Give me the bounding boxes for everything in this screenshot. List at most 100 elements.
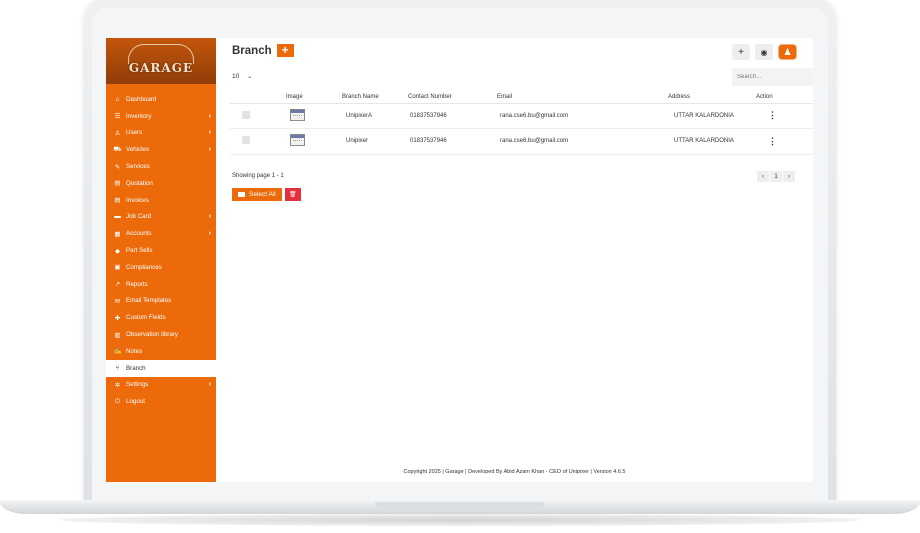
eye-icon: ◉	[760, 47, 768, 57]
email-cell: rana.cse6.bu@gmail.com	[497, 128, 668, 155]
tag-icon: ◆	[115, 247, 120, 255]
page-1-button[interactable]: 1	[770, 171, 782, 182]
sidebar-item-users[interactable]: ♙ Users ›	[106, 125, 216, 142]
sidebar-item-label: Quotation	[126, 179, 153, 187]
col-address: Address	[668, 91, 756, 104]
plus-icon: +	[738, 46, 744, 58]
logo-text: GARAGE	[128, 61, 194, 75]
sidebar-item-branch[interactable]: ⑂ Branch	[106, 359, 216, 377]
power-icon: ⏻	[114, 397, 121, 405]
car-icon: ⛟	[113, 146, 122, 154]
sidebar-item-label: Branch	[126, 364, 146, 372]
sidebar-item-label: Job Card	[126, 213, 152, 221]
chevron-right-icon: ›	[208, 230, 211, 238]
chevron-right-icon: ›	[208, 213, 211, 221]
col-branch-name: Branch Name	[342, 91, 408, 104]
chevron-down-icon: ⌄	[247, 74, 253, 80]
file-icon: ▤	[114, 180, 121, 188]
laptop-mockup: GARAGE ⌂ Dashboard ☰ Inventory › ♙ Users › ⛟ Vehi…	[0, 0, 920, 533]
page-title: Branch	[232, 44, 272, 57]
sidebar-item-part-sells[interactable]: ◆ Part Sells	[106, 242, 216, 259]
sidebar-item-quotation[interactable]: ▤ Quotation	[106, 175, 216, 192]
address-cell: UTTAR KALARDONIA	[668, 128, 756, 155]
sidebar-item-observation-library[interactable]: ▥ Observation library	[106, 326, 216, 343]
next-page-button[interactable]: ›	[783, 171, 795, 182]
sidebar-item-label: Reports	[126, 280, 148, 288]
app-screen: GARAGE ⌂ Dashboard ☰ Inventory › ♙ Users › ⛟ Vehi…	[106, 38, 813, 482]
sidebar-item-label: Dashboard	[126, 95, 157, 103]
table-row: Unipixer 01837537946 rana.cse6.bu@gmail.…	[230, 128, 813, 155]
prev-page-button[interactable]: ‹	[757, 171, 769, 182]
add-branch-button[interactable]: +	[276, 44, 294, 57]
sidebar-item-label: Notes	[126, 347, 143, 355]
sidebar-item-email-templates[interactable]: ✉ Email Templates	[106, 293, 216, 310]
sidebar-item-accounts[interactable]: ▦ Accounts ›	[106, 225, 216, 242]
sidebar-item-label: Observation library	[126, 331, 178, 339]
col-action: Action	[756, 91, 813, 104]
branch-icon: ⑂	[115, 364, 120, 372]
sidebar-item-label: Part Sells	[126, 247, 153, 255]
note-icon: ✍	[113, 348, 122, 356]
sidebar: GARAGE ⌂ Dashboard ☰ Inventory › ♙ Users › ⛟ Vehi…	[106, 38, 216, 482]
more-vertical-icon[interactable]: ⋮	[768, 136, 777, 146]
more-vertical-icon[interactable]: ⋮	[768, 110, 777, 120]
sidebar-item-invoices[interactable]: ▤ Invoices	[106, 192, 216, 209]
sidebar-item-logout[interactable]: ⏻ Logout	[106, 393, 216, 410]
sidebar-item-label: Invoices	[126, 196, 149, 204]
list-icon: ☰	[114, 113, 121, 121]
sidebar-item-reports[interactable]: ↗ Reports	[106, 276, 216, 293]
gear-icon: ✲	[114, 381, 121, 389]
sidebar-item-label: Inventory	[126, 112, 152, 120]
page-header: Branch +	[232, 44, 294, 57]
sidebar-item-custom-fields[interactable]: ✚ Custom Fields	[106, 309, 216, 326]
select-all-label: Select All	[249, 191, 276, 198]
main-content: Branch + + ◉ ♟ 10 ⌄ Image Branch Name	[216, 38, 813, 482]
branch-name-cell: UnipixerA	[342, 103, 408, 129]
select-all-button[interactable]: Select All	[232, 188, 282, 201]
page-size-select[interactable]: 10 ⌄	[232, 73, 252, 80]
sidebar-item-dashboard[interactable]: ⌂ Dashboard	[106, 91, 216, 108]
avatar-icon: ♟	[783, 46, 792, 57]
sidebar-item-label: Logout	[126, 398, 145, 406]
sidebar-item-inventory[interactable]: ☰ Inventory ›	[106, 108, 216, 125]
sidebar-nav: ⌂ Dashboard ☰ Inventory › ♙ Users › ⛟ Vehicles › ✎ S…	[106, 91, 216, 410]
row-checkbox[interactable]	[242, 136, 250, 145]
sidebar-item-settings[interactable]: ✲ Settings ›	[106, 377, 216, 394]
contact-cell: 01837537946	[408, 103, 497, 129]
quick-add-button[interactable]: +	[732, 44, 750, 60]
book-icon: ▥	[114, 331, 121, 339]
chart-icon: ↗	[114, 281, 121, 289]
search-input[interactable]	[732, 68, 813, 86]
pagination-info: Showing page 1 - 1	[232, 173, 284, 179]
row-checkbox[interactable]	[242, 110, 250, 119]
sidebar-item-label: Settings	[126, 381, 149, 389]
sidebar-item-services[interactable]: ✎ Services	[106, 158, 216, 175]
sidebar-item-compliances[interactable]: ▣ Compliances	[106, 259, 216, 276]
branch-image	[290, 134, 305, 147]
top-actions: + ◉ ♟	[727, 44, 797, 60]
sidebar-item-label: Email Templates	[126, 297, 172, 305]
sidebar-item-label: Custom Fields	[126, 314, 166, 322]
branch-table: Image Branch Name Contact Number Email A…	[230, 91, 813, 155]
laptop-shadow	[60, 514, 860, 526]
laptop-notch	[375, 502, 545, 509]
branch-name-cell: Unipixer	[342, 128, 408, 155]
bulk-actions: Select All 🗑	[232, 188, 301, 201]
page-size-value: 10	[232, 73, 240, 80]
view-site-button[interactable]: ◉	[755, 44, 773, 60]
delete-selected-button[interactable]: 🗑	[284, 188, 301, 201]
checkbox-icon	[238, 192, 245, 197]
branch-image	[290, 108, 305, 121]
sidebar-item-job-card[interactable]: ▬ Job Card ›	[106, 209, 216, 226]
sidebar-item-notes[interactable]: ✍ Notes	[106, 343, 216, 360]
sidebar-item-vehicles[interactable]: ⛟ Vehicles ›	[106, 141, 216, 158]
user-menu-button[interactable]: ♟	[778, 44, 797, 60]
user-icon: ♙	[114, 129, 121, 137]
sidebar-item-label: Vehicles	[126, 146, 150, 154]
sidebar-item-label: Users	[126, 129, 143, 137]
app-logo[interactable]: GARAGE	[106, 38, 216, 84]
puzzle-icon: ✚	[114, 314, 121, 322]
compliance-icon: ▣	[114, 264, 121, 272]
sidebar-item-label: Accounts	[126, 230, 152, 238]
col-image: Image	[286, 91, 342, 104]
